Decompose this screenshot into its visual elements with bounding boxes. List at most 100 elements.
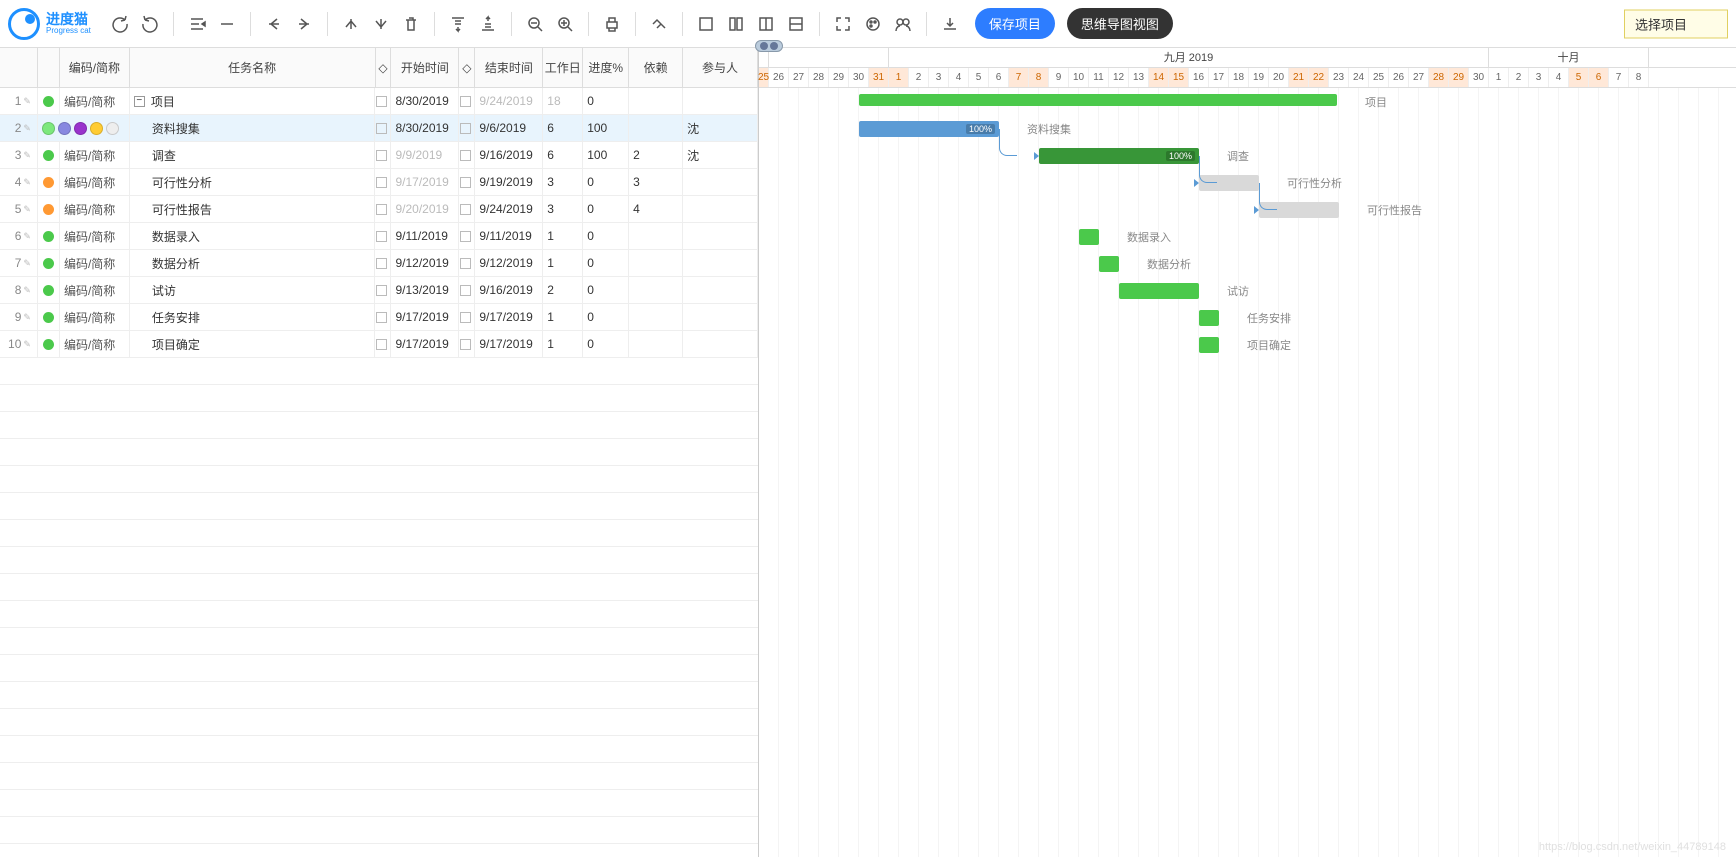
row-workdays[interactable]: 18 bbox=[543, 88, 583, 114]
col-participant[interactable]: 参与人 bbox=[683, 48, 758, 87]
layout2-button[interactable] bbox=[723, 11, 749, 37]
gantt-bar[interactable]: 100% bbox=[859, 121, 999, 137]
row-milestone-end[interactable] bbox=[459, 115, 475, 141]
col-name[interactable]: 任务名称 bbox=[130, 48, 376, 87]
gantt-bar[interactable] bbox=[859, 94, 1337, 106]
mindmap-view-button[interactable]: 思维导图视图 bbox=[1067, 8, 1173, 39]
col-code[interactable]: 编码/简称 bbox=[60, 48, 130, 87]
row-participant[interactable] bbox=[683, 223, 758, 249]
row-end[interactable]: 9/16/2019 bbox=[475, 142, 543, 168]
row-color[interactable] bbox=[38, 223, 60, 249]
row-end[interactable]: 9/12/2019 bbox=[475, 250, 543, 276]
row-milestone-start[interactable] bbox=[375, 169, 391, 195]
row-participant[interactable] bbox=[683, 88, 758, 114]
row-code[interactable]: 编码/简称 bbox=[60, 223, 130, 249]
row-start[interactable]: 8/30/2019 bbox=[391, 115, 459, 141]
gantt-bar[interactable] bbox=[1079, 229, 1099, 245]
row-end[interactable]: 9/17/2019 bbox=[475, 331, 543, 357]
col-milestone-start[interactable]: ◇ bbox=[376, 48, 392, 87]
link-button[interactable] bbox=[646, 11, 672, 37]
row-depend[interactable] bbox=[629, 304, 683, 330]
row-milestone-end[interactable] bbox=[459, 250, 475, 276]
table-row-empty[interactable] bbox=[0, 466, 758, 493]
gantt-bar[interactable] bbox=[1199, 337, 1219, 353]
row-progress[interactable]: 0 bbox=[583, 331, 629, 357]
gantt-bar[interactable] bbox=[1099, 256, 1119, 272]
table-row[interactable]: 5编码/简称可行性报告9/20/20199/24/2019304 bbox=[0, 196, 758, 223]
row-milestone-end[interactable] bbox=[459, 223, 475, 249]
row-milestone-start[interactable] bbox=[375, 331, 391, 357]
users-button[interactable] bbox=[890, 11, 916, 37]
row-end[interactable]: 9/6/2019 bbox=[475, 115, 543, 141]
row-depend[interactable] bbox=[629, 277, 683, 303]
row-progress[interactable]: 0 bbox=[583, 196, 629, 222]
move-up-button[interactable] bbox=[338, 11, 364, 37]
print-button[interactable] bbox=[599, 11, 625, 37]
table-row-empty[interactable] bbox=[0, 763, 758, 790]
row-name[interactable]: 任务安排 bbox=[130, 304, 376, 330]
move-right-button[interactable] bbox=[291, 11, 317, 37]
row-name[interactable]: 数据录入 bbox=[130, 223, 376, 249]
row-name[interactable]: 可行性报告 bbox=[130, 196, 376, 222]
row-participant[interactable]: 沈 bbox=[683, 115, 758, 141]
row-milestone-end[interactable] bbox=[459, 196, 475, 222]
table-row-empty[interactable] bbox=[0, 412, 758, 439]
table-row-empty[interactable] bbox=[0, 844, 758, 857]
table-row-empty[interactable] bbox=[0, 385, 758, 412]
indent-button[interactable] bbox=[214, 11, 240, 37]
row-milestone-start[interactable] bbox=[375, 304, 391, 330]
row-workdays[interactable]: 1 bbox=[543, 331, 583, 357]
row-code[interactable]: 编码/简称 bbox=[60, 250, 130, 276]
table-row[interactable]: 6编码/简称数据录入9/11/20199/11/201910 bbox=[0, 223, 758, 250]
row-participant[interactable] bbox=[683, 304, 758, 330]
row-end[interactable]: 9/24/2019 bbox=[475, 88, 543, 114]
row-color[interactable] bbox=[38, 331, 60, 357]
row-color[interactable] bbox=[38, 304, 60, 330]
row-progress[interactable]: 0 bbox=[583, 88, 629, 114]
align-top-button[interactable] bbox=[445, 11, 471, 37]
row-name[interactable]: 数据分析 bbox=[130, 250, 376, 276]
row-participant[interactable] bbox=[683, 250, 758, 276]
table-row-empty[interactable] bbox=[0, 655, 758, 682]
row-code[interactable]: 编码/简称 bbox=[60, 196, 130, 222]
zoom-out-button[interactable] bbox=[522, 11, 548, 37]
col-depend[interactable]: 依赖 bbox=[629, 48, 683, 87]
row-color[interactable] bbox=[38, 196, 60, 222]
row-progress[interactable]: 0 bbox=[583, 169, 629, 195]
row-color[interactable] bbox=[38, 142, 60, 168]
move-down-button[interactable] bbox=[368, 11, 394, 37]
row-start[interactable]: 9/17/2019 bbox=[391, 331, 459, 357]
row-milestone-end[interactable] bbox=[459, 142, 475, 168]
row-depend[interactable]: 4 bbox=[629, 196, 683, 222]
row-code[interactable]: 编码/简称 bbox=[60, 88, 130, 114]
row-progress[interactable]: 0 bbox=[583, 304, 629, 330]
table-row-empty[interactable] bbox=[0, 520, 758, 547]
table-row-empty[interactable] bbox=[0, 736, 758, 763]
row-milestone-start[interactable] bbox=[375, 115, 391, 141]
table-row[interactable]: 8编码/简称试访9/13/20199/16/201920 bbox=[0, 277, 758, 304]
row-color[interactable] bbox=[38, 115, 130, 141]
row-depend[interactable] bbox=[629, 223, 683, 249]
row-code[interactable]: 编码/简称 bbox=[60, 331, 130, 357]
table-row-empty[interactable] bbox=[0, 547, 758, 574]
table-row[interactable]: 2资料搜集8/30/20199/6/20196100沈 bbox=[0, 115, 758, 142]
table-row[interactable]: 3编码/简称调查9/9/20199/16/201961002沈 bbox=[0, 142, 758, 169]
col-end[interactable]: 结束时间 bbox=[475, 48, 543, 87]
align-bottom-button[interactable] bbox=[475, 11, 501, 37]
row-workdays[interactable]: 1 bbox=[543, 304, 583, 330]
row-depend[interactable]: 3 bbox=[629, 169, 683, 195]
row-color[interactable] bbox=[38, 250, 60, 276]
gantt-body[interactable]: 项目100%资料搜集100%调查可行性分析可行性报告数据录入数据分析试访任务安排… bbox=[759, 88, 1736, 857]
layout1-button[interactable] bbox=[693, 11, 719, 37]
row-progress[interactable]: 100 bbox=[583, 142, 629, 168]
table-row-empty[interactable] bbox=[0, 817, 758, 844]
table-row-empty[interactable] bbox=[0, 439, 758, 466]
row-color[interactable] bbox=[38, 277, 60, 303]
table-row-empty[interactable] bbox=[0, 790, 758, 817]
table-row[interactable]: 10编码/简称项目确定9/17/20199/17/201910 bbox=[0, 331, 758, 358]
row-end[interactable]: 9/24/2019 bbox=[475, 196, 543, 222]
row-code[interactable]: 编码/简称 bbox=[60, 304, 130, 330]
gantt-bar[interactable] bbox=[1199, 310, 1219, 326]
save-project-button[interactable]: 保存项目 bbox=[975, 8, 1055, 39]
row-workdays[interactable]: 6 bbox=[543, 142, 583, 168]
